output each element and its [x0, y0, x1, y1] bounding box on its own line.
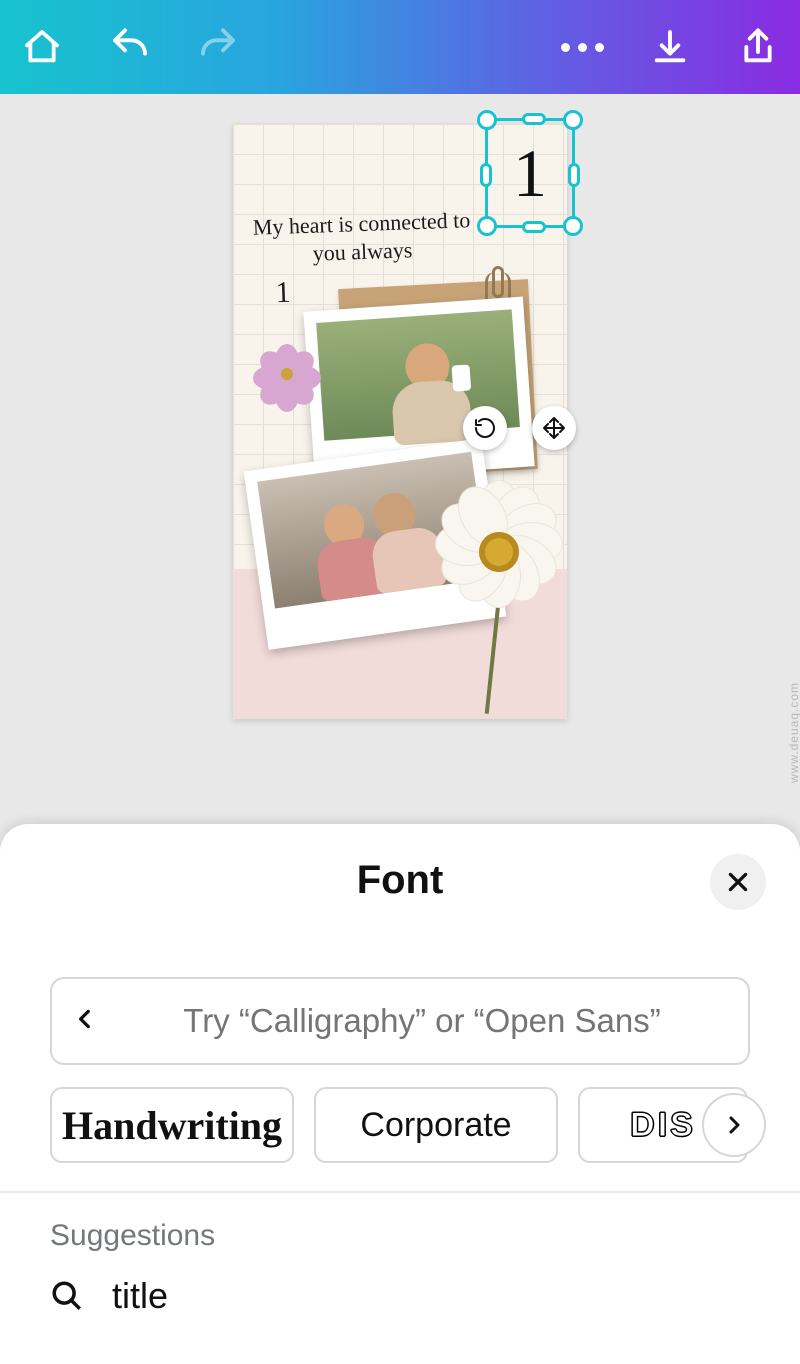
- font-category-row[interactable]: Handwriting Corporate DIS: [50, 1087, 750, 1163]
- chevron-left-icon: [72, 1006, 98, 1032]
- share-button[interactable]: [734, 23, 782, 71]
- share-icon: [738, 27, 778, 67]
- search-back-button[interactable]: [72, 1006, 98, 1037]
- resize-handle-br[interactable]: [563, 216, 583, 236]
- flower-small-icon[interactable]: [257, 344, 317, 404]
- suggestion-item[interactable]: title: [50, 1275, 750, 1317]
- font-search-row[interactable]: [50, 977, 750, 1065]
- selected-text[interactable]: 1: [488, 121, 572, 225]
- script-caption[interactable]: My heart is connected to you always: [246, 206, 478, 269]
- close-button[interactable]: [710, 854, 766, 910]
- chevron-right-icon: [722, 1113, 746, 1137]
- text-selection-box[interactable]: 1: [485, 118, 575, 228]
- resize-handle-b[interactable]: [522, 221, 546, 233]
- design-canvas[interactable]: My heart is connected to you always 1: [233, 124, 567, 719]
- category-corporate[interactable]: Corporate: [314, 1087, 558, 1163]
- font-panel: Font Handwriting Corporate DIS Suggestio…: [0, 824, 800, 1364]
- undo-icon: [110, 27, 150, 67]
- search-icon: [50, 1279, 84, 1313]
- home-button[interactable]: [18, 23, 66, 71]
- redo-icon: [198, 27, 238, 67]
- top-toolbar: [0, 0, 800, 94]
- resize-handle-tl[interactable]: [477, 110, 497, 130]
- move-tool[interactable]: [532, 406, 576, 450]
- undo-button[interactable]: [106, 23, 154, 71]
- script-small-number[interactable]: 1: [262, 273, 303, 312]
- more-button[interactable]: [558, 23, 606, 71]
- download-button[interactable]: [646, 23, 694, 71]
- divider: [0, 1191, 800, 1193]
- move-icon: [542, 416, 566, 440]
- rotate-tool[interactable]: [463, 406, 507, 450]
- panel-title: Font: [0, 858, 800, 903]
- rotate-icon: [473, 416, 497, 440]
- categories-scroll-next[interactable]: [702, 1093, 766, 1157]
- watermark: www.deuaq.com: [787, 682, 800, 783]
- download-icon: [650, 27, 690, 67]
- redo-button[interactable]: [194, 23, 242, 71]
- flower-large-icon[interactable]: [433, 484, 563, 614]
- resize-handle-tr[interactable]: [563, 110, 583, 130]
- more-icon: [561, 43, 604, 52]
- suggestion-label: title: [112, 1275, 168, 1317]
- home-icon: [22, 27, 62, 67]
- resize-handle-r[interactable]: [568, 163, 580, 187]
- font-search-input[interactable]: [116, 1002, 728, 1040]
- suggestions-header: Suggestions: [50, 1219, 750, 1253]
- category-handwriting[interactable]: Handwriting: [50, 1087, 294, 1163]
- resize-handle-t[interactable]: [522, 113, 546, 125]
- resize-handle-bl[interactable]: [477, 216, 497, 236]
- resize-handle-l[interactable]: [480, 163, 492, 187]
- close-icon: [725, 869, 751, 895]
